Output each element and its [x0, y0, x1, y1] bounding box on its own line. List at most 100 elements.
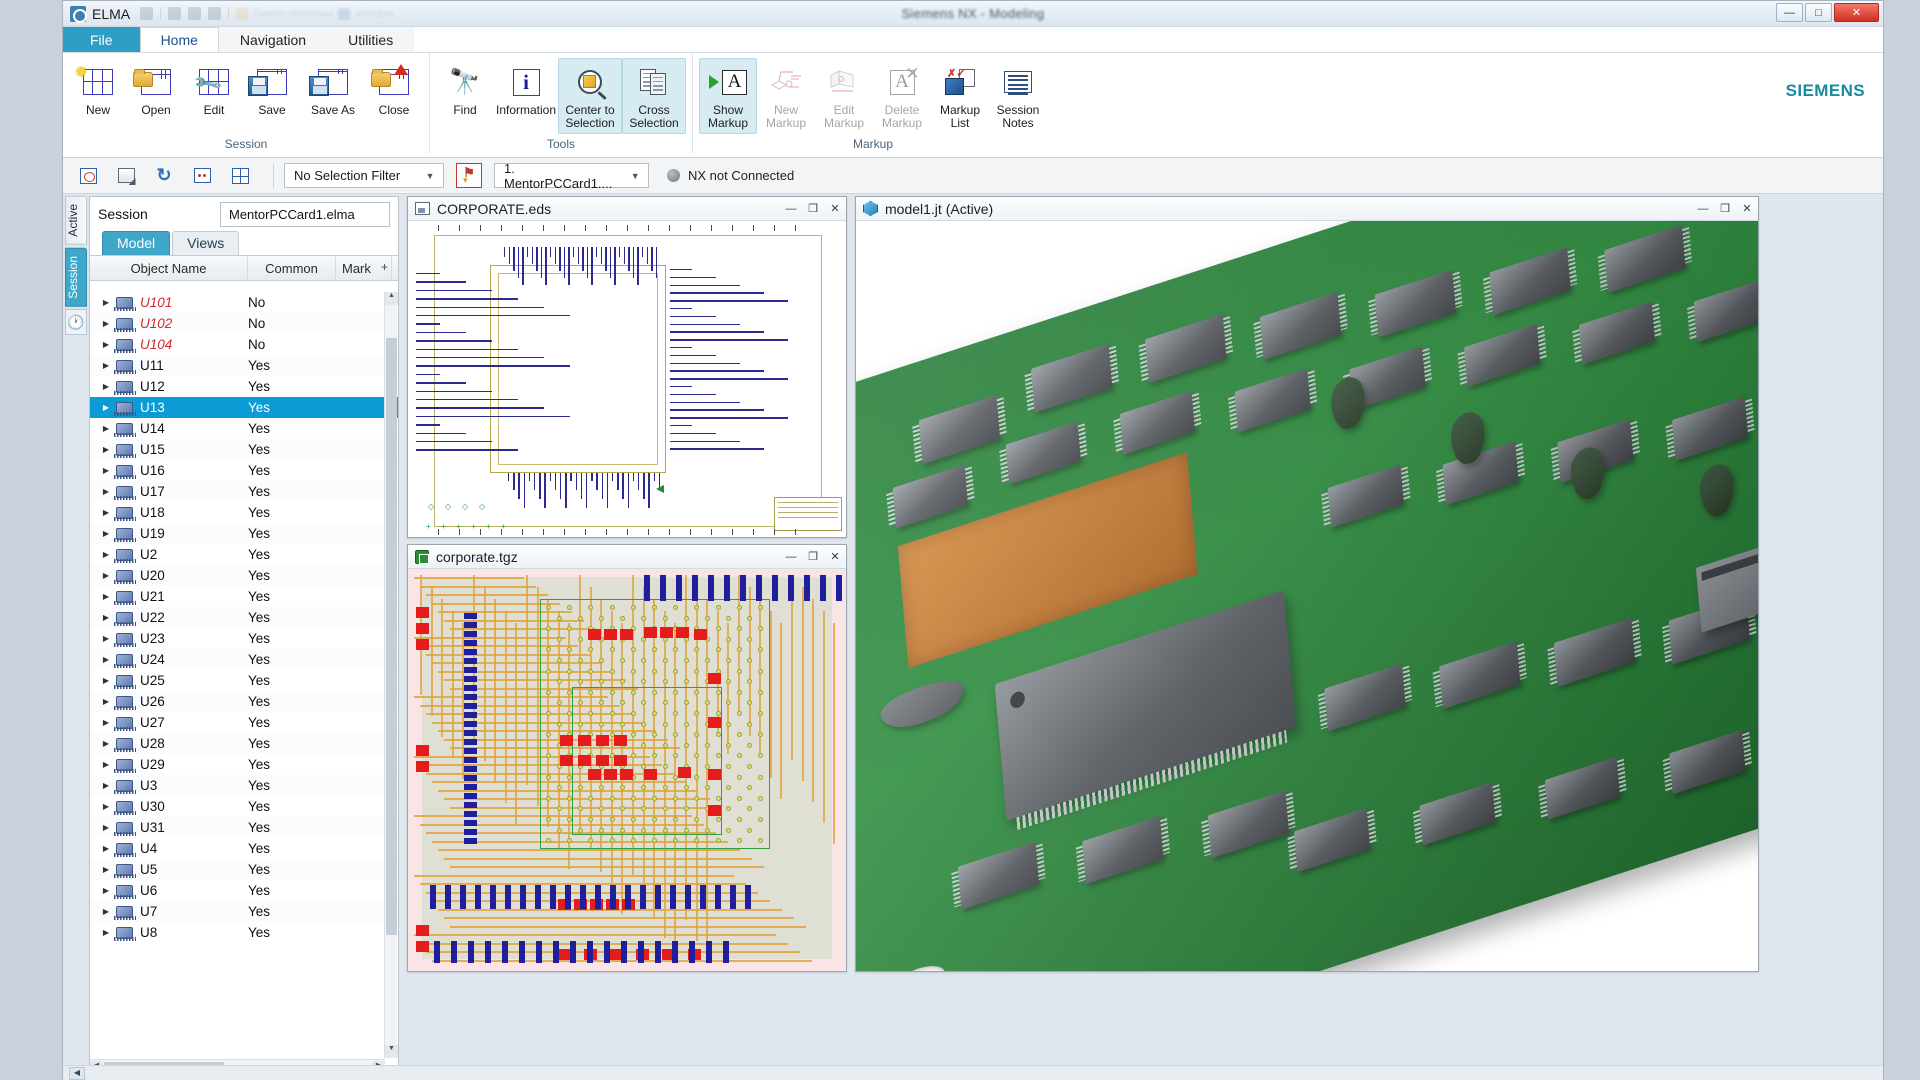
column-header-object-name[interactable]: Object Name [90, 256, 248, 280]
qat-icon-1[interactable] [140, 7, 154, 20]
table-row[interactable]: ▶ U26 Yes [90, 691, 398, 712]
open-session-button[interactable]: Open [127, 58, 185, 134]
expand-arrow-icon[interactable]: ▶ [90, 445, 116, 454]
highlight-icon[interactable] [187, 163, 217, 189]
table-row[interactable]: ▶ U16 Yes [90, 460, 398, 481]
object-tree[interactable]: ▶ U101 No ▶ U102 No ▶ U104 No ▶ U11 Yes ▶ U12 Yes ▶ U13 Y… [90, 292, 398, 1058]
scroll-up-button[interactable]: ▲ [385, 292, 398, 305]
table-row[interactable]: ▶ U13 Yes [90, 397, 398, 418]
pcb-window-controls[interactable]: — ❐ ✕ [780, 548, 846, 566]
table-row[interactable]: ▶ U15 Yes [90, 439, 398, 460]
table-row[interactable]: ▶ U5 Yes [90, 859, 398, 880]
show-markup-button[interactable]: A Show Markup [699, 58, 757, 134]
table-row[interactable]: ▶ U2 Yes [90, 544, 398, 565]
table-row[interactable]: ▶ U23 Yes [90, 628, 398, 649]
column-header-common[interactable]: Common [248, 256, 336, 280]
edit-session-button[interactable]: 🔧 Edit [185, 58, 243, 134]
table-row[interactable]: ▶ U104 No [90, 334, 398, 355]
expand-arrow-icon[interactable]: ▶ [90, 823, 116, 832]
expand-arrow-icon[interactable]: ▶ [90, 739, 116, 748]
session-notes-button[interactable]: Session Notes [989, 58, 1047, 134]
expand-arrow-icon[interactable]: ▶ [90, 655, 116, 664]
document-window-model3d[interactable]: model1.jt (Active) — ❐ ✕ [855, 196, 1759, 972]
document-window-pcb[interactable]: corporate.tgz — ❐ ✕ [407, 544, 847, 972]
side-tab-strip[interactable]: Active Session 🕐 [65, 196, 87, 1080]
table-row[interactable]: ▶ U3 Yes [90, 775, 398, 796]
information-button[interactable]: i Information [494, 58, 558, 134]
table-row[interactable]: ▶ U7 Yes [90, 901, 398, 922]
pcb-canvas[interactable] [408, 569, 846, 971]
expand-arrow-icon[interactable]: ▶ [90, 907, 116, 916]
pcb-restore-button[interactable]: ❐ [802, 548, 824, 566]
expand-arrow-icon[interactable]: ▶ [90, 760, 116, 769]
expand-arrow-icon[interactable]: ▶ [90, 928, 116, 937]
expand-arrow-icon[interactable]: ▶ [90, 865, 116, 874]
table-row[interactable]: ▶ U24 Yes [90, 649, 398, 670]
tab-views[interactable]: Views [172, 231, 240, 255]
model3d-restore-button[interactable]: ❐ [1714, 200, 1736, 218]
add-column-button[interactable]: + [381, 260, 388, 274]
expand-arrow-icon[interactable]: ▶ [90, 529, 116, 538]
find-button[interactable]: 🔭 Find [436, 58, 494, 134]
expand-arrow-icon[interactable]: ▶ [90, 886, 116, 895]
refresh-icon[interactable]: ↻ [149, 163, 179, 189]
table-row[interactable]: ▶ U6 Yes [90, 880, 398, 901]
table-row[interactable]: ▶ U4 Yes [90, 838, 398, 859]
close-session-button[interactable]: Close [365, 58, 423, 134]
expand-arrow-icon[interactable]: ▶ [90, 697, 116, 706]
session-panel-tabs[interactable]: Model Views [90, 231, 398, 256]
table-row[interactable]: ▶ U102 No [90, 313, 398, 334]
expand-arrow-icon[interactable]: ▶ [90, 592, 116, 601]
table-row[interactable]: ▶ U27 Yes [90, 712, 398, 733]
expand-arrow-icon[interactable]: ▶ [90, 571, 116, 580]
document-window-schematic[interactable]: CORPORATE.eds — ❐ ✕ + + + + + + ◇ ◇ ◇ ◇ [407, 196, 847, 538]
find-in-view-icon[interactable] [73, 163, 103, 189]
model3d-window-controls[interactable]: — ❐ ✕ [1692, 200, 1758, 218]
session-selector-dropdown[interactable]: 1. MentorPCCard1.... ▼ [494, 161, 649, 191]
switch-windows-icon[interactable] [236, 7, 249, 20]
table-row[interactable]: ▶ U14 Yes [90, 418, 398, 439]
schematic-minimize-button[interactable]: — [780, 200, 802, 218]
expand-arrow-icon[interactable]: ▶ [90, 340, 116, 349]
tab-file[interactable]: File [63, 27, 140, 52]
new-markup-button[interactable]: New Markup [757, 58, 815, 134]
tab-home[interactable]: Home [139, 27, 219, 52]
sidebar-item-session[interactable]: Session [65, 247, 87, 307]
quick-access-toolbar[interactable]: Switch Windows Window [140, 7, 394, 20]
expand-arrow-icon[interactable]: ▶ [90, 466, 116, 475]
cross-selection-button[interactable]: Cross Selection [622, 58, 686, 134]
tab-utilities[interactable]: Utilities [327, 27, 415, 52]
expand-arrow-icon[interactable]: ▶ [90, 382, 116, 391]
expand-arrow-icon[interactable]: ▶ [90, 424, 116, 433]
table-row[interactable]: ▶ U12 Yes [90, 376, 398, 397]
expand-arrow-icon[interactable]: ▶ [90, 550, 116, 559]
markup-flag-icon[interactable]: ⚑ ▾ [456, 163, 482, 188]
expand-arrow-icon[interactable]: ▶ [90, 298, 116, 307]
qat-icon-3[interactable] [188, 7, 202, 20]
clock-history-icon[interactable]: 🕐 [65, 309, 87, 336]
sidebar-item-active[interactable]: Active [65, 196, 87, 245]
expand-arrow-icon[interactable]: ▶ [90, 718, 116, 727]
fit-view-icon[interactable] [111, 163, 141, 189]
table-row[interactable]: ▶ U18 Yes [90, 502, 398, 523]
table-row[interactable]: ▶ U20 Yes [90, 565, 398, 586]
expand-arrow-icon[interactable]: ▶ [90, 613, 116, 622]
scroll-thumb[interactable] [386, 337, 397, 936]
statusbar-collapse-button[interactable]: ◀ [69, 1067, 85, 1080]
schematic-close-button[interactable]: ✕ [824, 200, 846, 218]
expand-arrow-icon[interactable]: ▶ [90, 844, 116, 853]
expand-arrow-icon[interactable]: ▶ [90, 676, 116, 685]
window-controls[interactable]: — □ ✕ [1776, 3, 1879, 22]
expand-arrow-icon[interactable]: ▶ [90, 319, 116, 328]
table-row[interactable]: ▶ U17 Yes [90, 481, 398, 502]
column-header-mark[interactable]: Mark + [336, 256, 392, 280]
pcb-close-button[interactable]: ✕ [824, 548, 846, 566]
window-list-icon[interactable] [338, 7, 351, 20]
table-row[interactable]: ▶ U30 Yes [90, 796, 398, 817]
qat-icon-4[interactable] [208, 7, 222, 20]
expand-arrow-icon[interactable]: ▶ [90, 781, 116, 790]
save-session-button[interactable]: Save [243, 58, 301, 134]
expand-arrow-icon[interactable]: ▶ [90, 508, 116, 517]
pcb-3d-viewport[interactable] [856, 221, 1758, 971]
schematic-canvas[interactable]: + + + + + + ◇ ◇ ◇ ◇ [408, 221, 846, 537]
